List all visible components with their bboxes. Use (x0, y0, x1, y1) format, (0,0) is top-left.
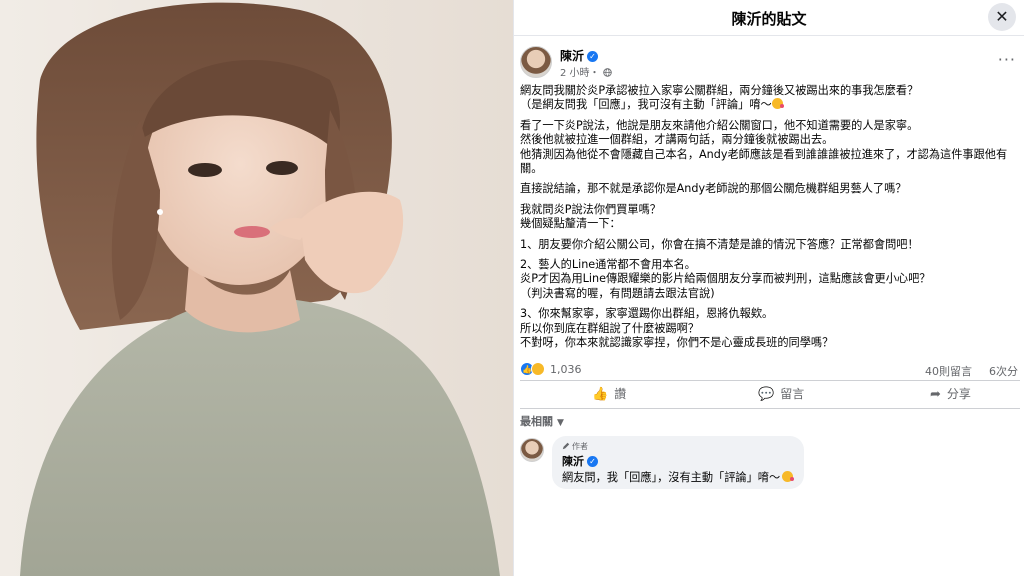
verified-icon: ✓ (587, 51, 599, 62)
comment-count[interactable]: 40則留言 (925, 363, 972, 379)
close-icon: ✕ (995, 7, 1009, 26)
share-button[interactable]: ➦ 分享 (930, 383, 971, 407)
post-body: 網友問我關於炎P承認被拉入家寧公關群組，兩分鐘後又被踢出來的事我怎麼看？ （是網… (520, 84, 1020, 357)
post-paragraph: 2、藝人的Line通常都不會用本名。 炎P才因為用Line傳跟耀樂的影片給兩個朋… (520, 258, 1020, 301)
post-line: 網友問我關於炎P承認被拉入家寧公關群組，兩分鐘後又被踢出來的事我怎麼看？ (520, 84, 919, 97)
author-badge-label: 作者 (572, 442, 588, 451)
avatar[interactable] (520, 46, 552, 78)
emoji-icon (771, 98, 784, 110)
chevron-down-icon: ▼ (557, 418, 564, 428)
share-icon: ➦ (930, 387, 941, 402)
portrait-image (0, 0, 513, 576)
globe-icon (603, 68, 612, 77)
post-actions: 👍 讚 💬 留言 ➦ 分享 (520, 383, 1020, 407)
post-line: 2、藝人的Line通常都不會用本名。 (520, 258, 696, 272)
dialog-title: 陳沂的貼文 (731, 10, 807, 28)
comment-avatar[interactable] (520, 438, 544, 462)
post-photo (0, 0, 513, 576)
comment-icon: 💬 (758, 387, 775, 402)
post-line: （判決書寫的喔，有問題請去跟法官說) (520, 286, 715, 300)
post-line: 然後他就被拉進一個群組，才講兩句話，兩分鐘後就被踢出去。 (520, 133, 834, 147)
comment-text: 網友問，我「回應」，沒有主動「評論」唷～ (562, 469, 795, 485)
post-line: 1、朋友要你介紹公關公司，你會在搞不清楚是誰的情況下答應？正常都會問吧！ (520, 237, 919, 251)
post-line: 他猜測因為他從不會隱藏自己本名，Andy老師應該是看到誰誰誰被拉進來了，才認為這… (520, 147, 1008, 161)
post-line: 幾個疑點釐清一下： (520, 217, 621, 231)
post-meta: 2 小時・ (560, 64, 612, 79)
divider (520, 408, 1020, 409)
post-paragraph: 直接說結論，那不就是承認你是Andy老師說的那個公關危機群組男藝人了嗎？ (520, 182, 1020, 196)
post-stats: 👍 1,036 40則留言 6次分 (520, 361, 1020, 379)
reaction-count[interactable]: 1,036 (550, 363, 582, 376)
post-line: 看了一下炎P說法，他說是朋友來請他介紹公關窗口，他不知道需要的人是家寧。 (520, 118, 919, 132)
post-paragraph: 3、你來幫家寧，家寧還踢你出群組，恩將仇報欸。 所以你到底在群組說了什麼被踢啊？… (520, 307, 1020, 350)
more-icon: ··· (997, 50, 1016, 69)
haha-reaction-icon (531, 362, 545, 376)
post-line-text: （是網友問我「回應」，我可沒有主動「評論」唷～ (520, 98, 772, 112)
comment-author-name[interactable]: 陳沂 (562, 455, 584, 468)
post-line: 所以你到底在群組說了什麼被踢啊？ (520, 321, 700, 335)
post-paragraph: 1、朋友要你介紹公關公司，你會在搞不清楚是誰的情況下答應？正常都會問吧！ (520, 238, 1020, 252)
comment-button[interactable]: 💬 留言 (758, 383, 804, 407)
pencil-icon (562, 442, 570, 450)
emoji-icon (782, 471, 795, 482)
author-name[interactable]: 陳沂 (560, 49, 584, 63)
share-label: 分享 (946, 387, 971, 401)
like-icon: 👍 (592, 387, 609, 402)
comment-sort-dropdown[interactable]: 最相關 ▼ (520, 413, 564, 429)
like-button[interactable]: 👍 讚 (592, 383, 626, 407)
comment-body: 網友問，我「回應」，沒有主動「評論」唷～ (562, 471, 781, 484)
comment-item: 作者 陳沂 ✓ 網友問，我「回應」，沒有主動「評論」唷～ (520, 436, 1020, 496)
post-line: 關。 (520, 162, 543, 176)
post-header: 陳沂 ✓ 2 小時・ ··· (520, 44, 1020, 84)
post-line-with-emoji: （是網友問我「回應」，我可沒有主動「評論」唷～ (520, 98, 1020, 112)
more-options-button[interactable]: ··· (998, 50, 1016, 69)
verified-icon: ✓ (587, 456, 598, 467)
sort-label: 最相關 (520, 415, 553, 428)
close-button[interactable]: ✕ (988, 3, 1016, 31)
post-paragraph: 我就問炎P說法你們買單嗎？ 幾個疑點釐清一下： (520, 203, 1020, 232)
comment-bubble: 作者 陳沂 ✓ 網友問，我「回應」，沒有主動「評論」唷～ (552, 436, 804, 489)
like-label: 讚 (614, 387, 627, 401)
post-line: 炎P才因為用Line傳跟耀樂的影片給兩個朋友分享而被判刑，這點應該會更小心吧？ (520, 272, 931, 286)
post-paragraph: 網友問我關於炎P承認被拉入家寧公關群組，兩分鐘後又被踢出來的事我怎麼看？ （是網… (520, 84, 1020, 113)
post-paragraph: 看了一下炎P說法，他說是朋友來請他介紹公關窗口，他不知道需要的人是家寧。 然後他… (520, 119, 1020, 177)
dialog-header: 陳沂的貼文 ✕ (514, 0, 1024, 36)
author-badge: 作者 (562, 441, 588, 452)
post-author[interactable]: 陳沂 ✓ (560, 47, 599, 64)
post-line: 直接說結論，那不就是承認你是Andy老師說的那個公關危機群組男藝人了嗎？ (520, 182, 907, 196)
post-time[interactable]: 2 小時・ (560, 68, 600, 79)
post-line: 我就問炎P說法你們買單嗎？ (520, 202, 661, 216)
divider (520, 380, 1020, 381)
post-line: 不對呀，你本來就認識家寧捏，你們不是心靈成長班的同學嗎？ (520, 336, 834, 350)
comment-label: 留言 (780, 387, 805, 401)
comment-author[interactable]: 陳沂 ✓ (562, 453, 598, 469)
post-line: 3、你來幫家寧，家寧還踢你出群組，恩將仇報欸。 (520, 307, 774, 321)
post-dialog: 陳沂的貼文 ✕ 陳沂 ✓ 2 小時・ ··· 網友問我關於炎P承認被拉入家寧公關群… (513, 0, 1024, 576)
share-count[interactable]: 6次分 (989, 363, 1018, 379)
